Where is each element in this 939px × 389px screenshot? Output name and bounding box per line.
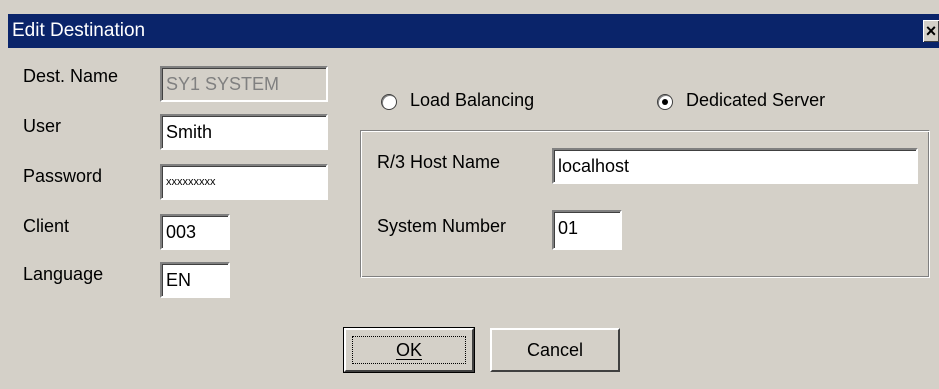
dedicated-server-label[interactable]: Dedicated Server xyxy=(686,90,825,111)
system-number-field[interactable]: 01 xyxy=(552,210,622,250)
dest-name-field: SY1 SYSTEM xyxy=(160,66,328,102)
host-name-label: R/3 Host Name xyxy=(377,152,501,172)
user-field[interactable]: Smith xyxy=(160,114,328,150)
window-title: Edit Destination xyxy=(12,20,146,41)
title-bar[interactable]: Edit Destination × xyxy=(8,14,939,48)
radio-circle-icon[interactable] xyxy=(381,94,397,110)
load-balancing-label[interactable]: Load Balancing xyxy=(410,90,534,111)
radio-selected-icon[interactable] xyxy=(657,94,673,110)
cancel-button[interactable]: Cancel xyxy=(490,328,620,372)
language-field[interactable]: EN xyxy=(160,262,230,298)
user-label: User xyxy=(23,116,62,136)
close-button[interactable]: × xyxy=(923,20,939,42)
password-label: Password xyxy=(23,166,103,186)
focus-rect xyxy=(352,336,466,364)
password-field[interactable]: xxxxxxxxx xyxy=(160,164,328,200)
edit-destination-dialog: Edit Destination × Dest. Name SY1 SYSTEM… xyxy=(0,0,939,389)
dest-name-label: Dest. Name xyxy=(23,66,119,86)
system-number-label: System Number xyxy=(377,216,507,236)
close-icon: × xyxy=(925,21,937,41)
cancel-button-label: Cancel xyxy=(526,340,584,360)
language-label: Language xyxy=(23,264,104,284)
client-label: Client xyxy=(23,216,70,236)
client-field[interactable]: 003 xyxy=(160,214,230,250)
host-name-field[interactable]: localhost xyxy=(552,148,918,184)
radio-dot-icon xyxy=(662,99,668,105)
ok-button[interactable]: OK xyxy=(343,327,475,373)
